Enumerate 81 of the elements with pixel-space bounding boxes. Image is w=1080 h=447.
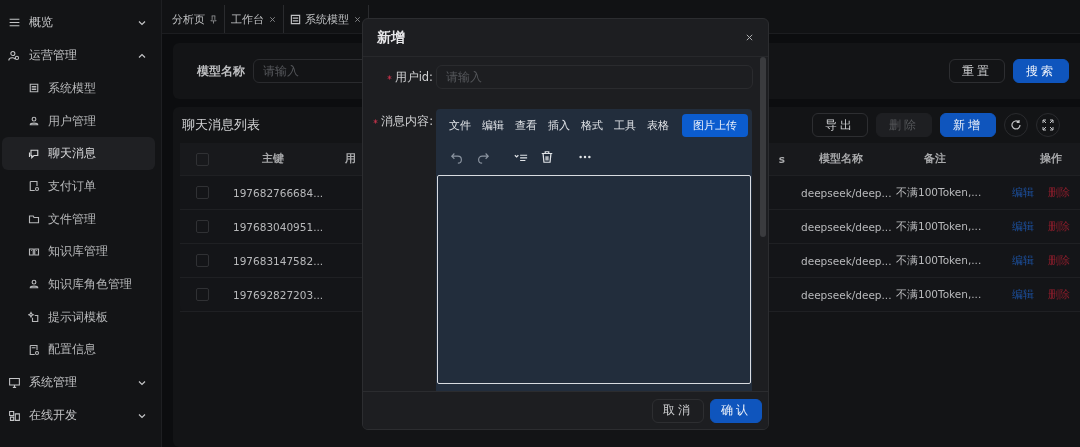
search-form-button[interactable]: 重置 — [949, 59, 1005, 83]
dialog-button[interactable]: 确认 — [710, 398, 762, 423]
table-title: 聊天消息列表 — [182, 116, 260, 134]
list-icon — [290, 13, 301, 25]
select-all-checkbox[interactable] — [196, 152, 209, 166]
sidebar-item[interactable]: 知识库角色管理 — [2, 268, 155, 301]
undo-icon[interactable] — [450, 150, 464, 164]
table-cell: deepseek/deep... — [801, 288, 892, 301]
gear-file-icon — [28, 343, 40, 356]
toolbar-button[interactable]: 导出 — [812, 113, 868, 137]
folder-icon — [28, 213, 40, 226]
chat-icon — [28, 147, 40, 160]
refresh-icon — [1010, 119, 1022, 131]
trash-icon[interactable] — [540, 150, 554, 164]
toolbar-button[interactable]: 新增 — [940, 113, 996, 137]
table-cell: 不满100Token,... — [896, 185, 982, 200]
column-header: 操作 — [1040, 152, 1062, 166]
menu-item[interactable]: 插入 — [548, 118, 570, 133]
code-icon — [8, 409, 21, 423]
table-cell: deepseek/deep... — [801, 254, 892, 267]
fullscreen-icon — [1042, 119, 1054, 131]
dialog-button[interactable]: 取消 — [652, 398, 704, 423]
receipt-icon — [28, 180, 40, 193]
sidebar-group[interactable]: 概览 — [0, 6, 161, 39]
sidebar-item[interactable]: 支付订单 — [2, 170, 155, 203]
pin-icon[interactable] — [209, 14, 218, 24]
row-checkbox[interactable] — [196, 254, 209, 267]
sidebar-group[interactable]: 在线开发 — [0, 399, 161, 433]
sidebar-item[interactable]: 配置信息 — [2, 333, 155, 367]
sparkle-icon — [28, 311, 40, 324]
page-tab[interactable]: 工作台 — [225, 5, 284, 33]
menu-item[interactable]: 表格 — [647, 118, 669, 133]
dialog-title: 新增 — [377, 28, 405, 47]
row-checkbox[interactable] — [196, 288, 209, 301]
table-cell: 不满100Token,... — [896, 253, 982, 268]
scrollbar[interactable] — [760, 57, 766, 237]
book-icon — [28, 245, 40, 258]
sidebar-item[interactable]: 系统模型 — [2, 72, 155, 105]
upload-image-button[interactable]: 图片上传 — [682, 114, 748, 137]
menu-icon — [8, 16, 21, 29]
field-label: 消息内容: — [381, 113, 433, 129]
row-checkbox[interactable] — [196, 220, 209, 233]
table-cell: 不满100Token,... — [896, 287, 982, 302]
search-form-button[interactable]: 搜索 — [1013, 59, 1069, 83]
redo-icon[interactable] — [476, 150, 490, 164]
close-icon[interactable] — [353, 14, 362, 24]
column-header: s — [778, 153, 785, 165]
sidebar-group[interactable]: 运营管理 — [0, 39, 161, 72]
table-cell: 197683040951... — [233, 220, 324, 233]
field-label: 模型名称 — [197, 62, 245, 80]
menu-item[interactable]: 编辑 — [482, 118, 504, 133]
column-header: 主键 — [261, 152, 284, 166]
table-cell: 197683147582... — [233, 254, 324, 267]
table-cell: 197692827203... — [233, 288, 324, 301]
monitor-icon — [8, 376, 21, 390]
sidebar-item[interactable]: 文件管理 — [2, 202, 155, 236]
menu-item[interactable]: 工具 — [614, 118, 636, 133]
table-cell: deepseek/deep... — [801, 186, 892, 199]
menu-item[interactable]: 文件 — [449, 118, 471, 133]
close-icon[interactable] — [268, 14, 277, 24]
column-header: 用 — [344, 152, 356, 166]
field-label: 用户id: — [394, 69, 433, 85]
column-header: 模型名称 — [818, 152, 863, 166]
sidebar-group[interactable]: 系统管理 — [0, 366, 161, 400]
users-icon — [8, 49, 21, 62]
menu-item[interactable]: 格式 — [581, 118, 603, 133]
user-icon — [28, 115, 40, 128]
menu-item[interactable]: 查看 — [515, 118, 537, 133]
page-tab[interactable]: 分析页 — [166, 5, 225, 33]
row-checkbox[interactable] — [196, 186, 209, 199]
table-cell: 不满100Token,... — [896, 219, 982, 234]
close-icon[interactable] — [745, 33, 754, 42]
column-header: 备注 — [924, 152, 946, 166]
sidebar-item[interactable]: 知识库管理 — [2, 235, 155, 269]
user-icon — [28, 278, 40, 291]
sidebar-item[interactable]: 提示词模板 — [2, 300, 155, 334]
table-cell: 197682766684... — [233, 186, 324, 199]
list-icon — [28, 82, 40, 95]
sidebar-item[interactable]: 聊天消息 — [2, 137, 155, 171]
table-cell: deepseek/deep... — [801, 220, 892, 233]
sidebar-item[interactable]: 用户管理 — [2, 104, 155, 138]
